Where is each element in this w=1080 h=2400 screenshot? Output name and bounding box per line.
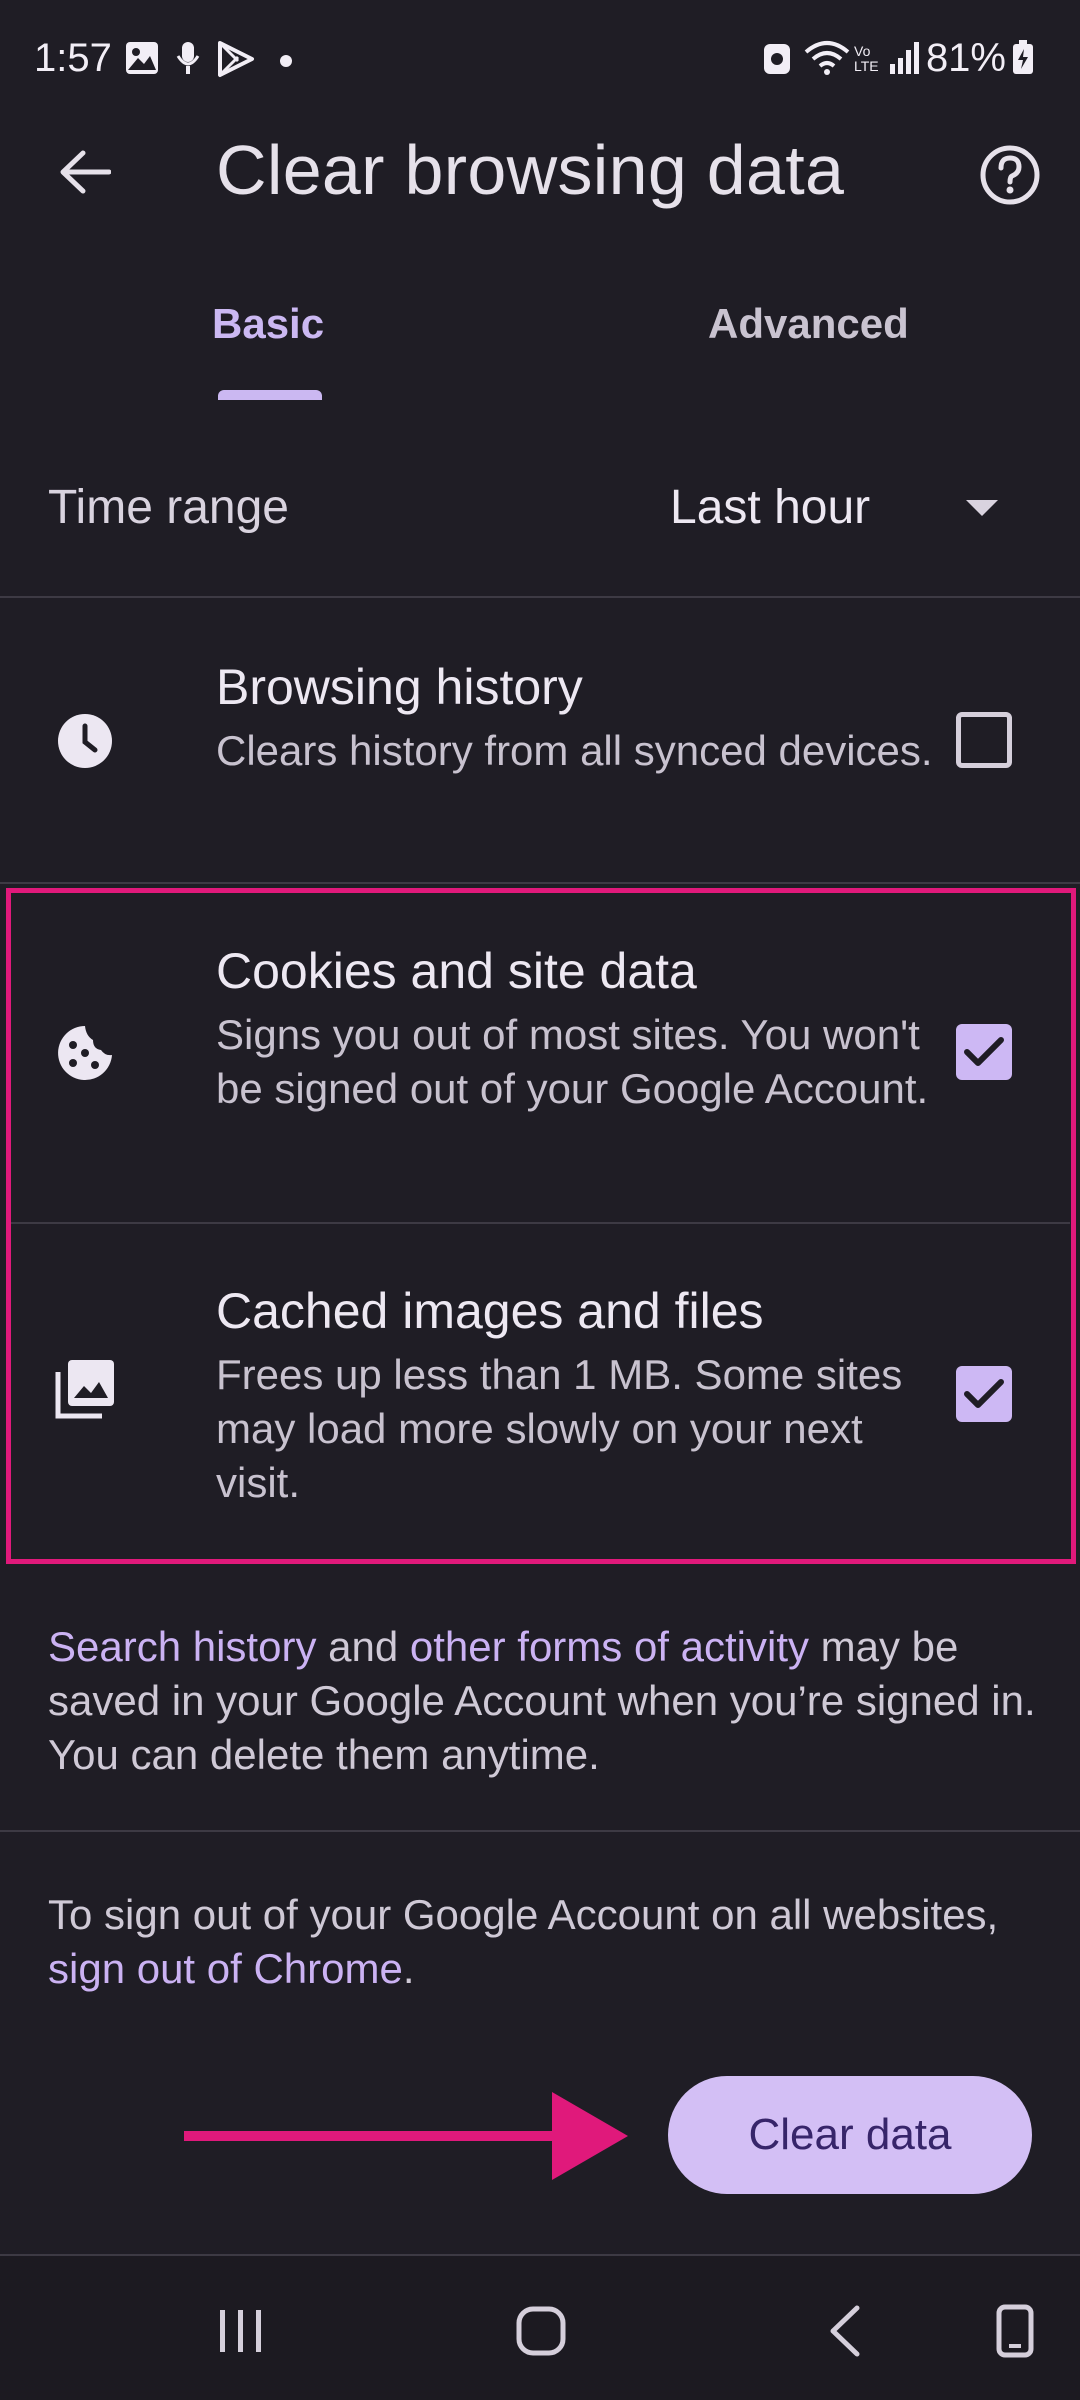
arrow-back-icon <box>60 150 111 194</box>
wifi-icon <box>804 40 850 81</box>
home-icon[interactable] <box>506 2296 576 2366</box>
back-button[interactable] <box>40 132 130 212</box>
divider <box>0 596 1080 598</box>
account-activity-info: Search history and other forms of activi… <box>48 1620 1038 1782</box>
page-title: Clear browsing data <box>216 131 845 209</box>
help-button[interactable] <box>970 135 1050 215</box>
option-description: Clears history from all synced devices. <box>216 727 933 774</box>
signal-icon <box>888 40 922 81</box>
play-store-icon <box>216 40 256 83</box>
page: 1:57 Vo LTE 81% Clear browsing data Basi… <box>0 0 1080 2400</box>
sign-out-info: To sign out of your Google Account on al… <box>48 1888 1038 1996</box>
tab-indicator <box>218 390 322 400</box>
divider <box>0 1830 1080 1832</box>
keyboard-icon[interactable] <box>980 2296 1050 2366</box>
battery-icon <box>1012 40 1034 81</box>
info-text: To sign out of your Google Account on al… <box>48 1891 999 1938</box>
time-range-label: Time range <box>48 481 289 534</box>
time-range-select[interactable]: Last hour <box>670 480 870 535</box>
volte-icon: Vo LTE <box>854 43 879 74</box>
dot-icon <box>280 54 292 72</box>
vpn-icon <box>762 40 792 81</box>
recents-icon[interactable] <box>206 2296 276 2366</box>
option-title: Browsing history <box>216 659 583 715</box>
gallery-icon <box>124 40 160 81</box>
status-bar: 1:57 Vo LTE 81% <box>0 0 1080 120</box>
status-time: 1:57 <box>34 36 112 80</box>
sign-out-chrome-link[interactable]: sign out of Chrome <box>48 1945 403 1992</box>
info-text: and <box>316 1623 410 1670</box>
annotation-arrow <box>184 2092 628 2180</box>
checkbox-browsing-history[interactable] <box>956 712 1012 768</box>
help-circle-icon <box>980 145 1040 205</box>
battery-level: 81% <box>925 36 1006 80</box>
search-history-link[interactable]: Search history <box>48 1623 316 1670</box>
mic-icon <box>176 40 200 81</box>
clock-icon <box>50 706 120 776</box>
info-text: . <box>402 1945 415 1992</box>
other-activity-link[interactable]: other forms of activity <box>410 1623 809 1670</box>
option-browsing-history[interactable]: Browsing history Clears history from all… <box>0 600 1080 880</box>
tab-advanced[interactable]: Advanced <box>708 300 909 348</box>
dropdown-caret-icon[interactable] <box>966 500 998 516</box>
tab-basic[interactable]: Basic <box>212 300 324 348</box>
back-icon[interactable] <box>810 2296 880 2366</box>
annotation-highlight-box <box>6 888 1076 1564</box>
clear-data-button[interactable]: Clear data <box>668 2076 1032 2194</box>
divider <box>0 882 1080 884</box>
